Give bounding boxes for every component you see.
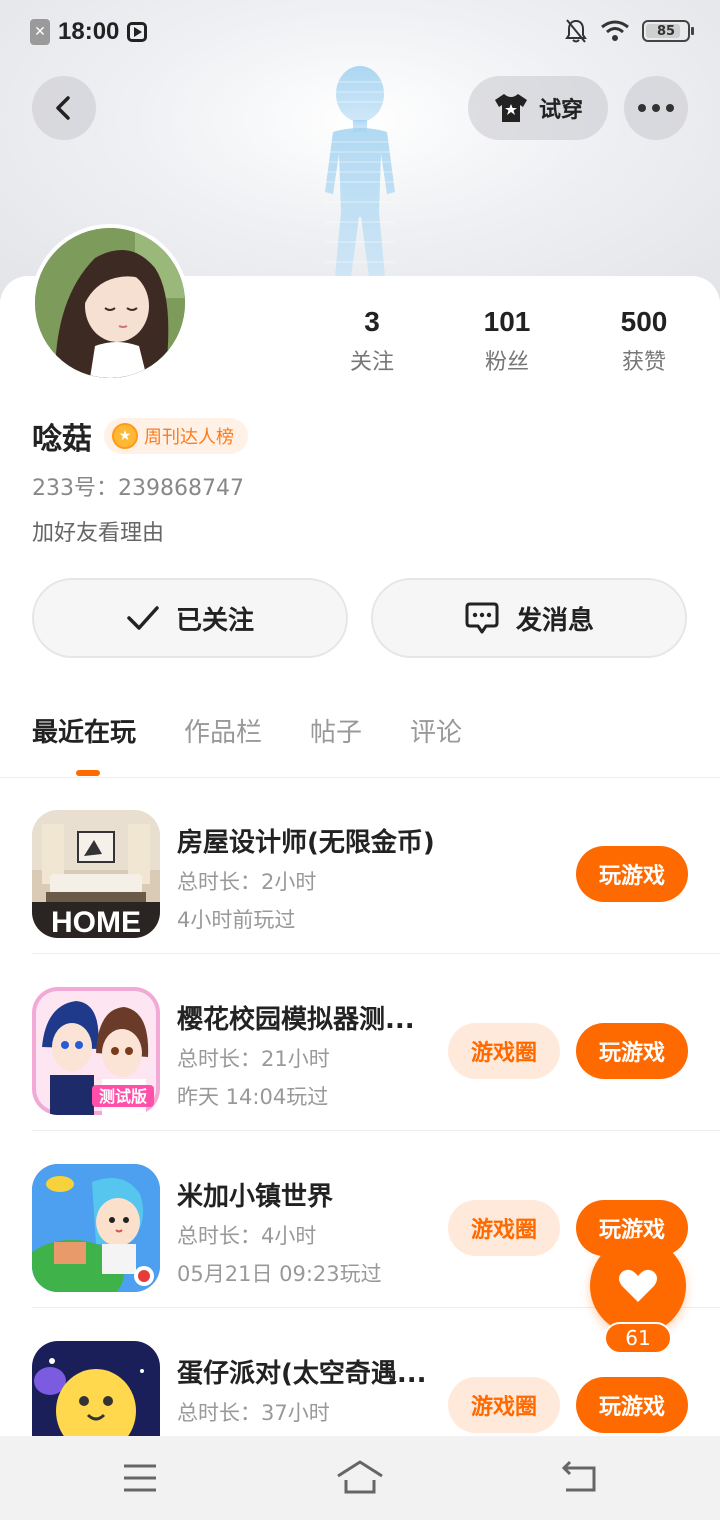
- avatar-image: [35, 228, 185, 378]
- game-last-played: 4小时前玩过: [177, 908, 296, 932]
- name-row: 唸菇 ★ 周刊达人榜: [32, 414, 248, 458]
- game-icon-eggy-party: [32, 1341, 160, 1436]
- list-divider: [32, 953, 720, 954]
- play-game-button[interactable]: 玩游戏: [576, 1023, 688, 1079]
- tshirt-icon: [494, 94, 527, 122]
- home-icon[interactable]: [336, 1458, 384, 1498]
- list-divider: [32, 1130, 720, 1131]
- notification-icon: ✕: [30, 19, 50, 45]
- game-duration: 总时长：2小时: [177, 870, 317, 894]
- tab-works[interactable]: 作品栏: [184, 712, 262, 749]
- menu-icon[interactable]: [120, 1458, 160, 1498]
- send-message-button[interactable]: 发消息: [371, 578, 687, 658]
- tryon-label: 试穿: [538, 98, 583, 123]
- game-title: 樱花校园模拟器测...: [177, 1005, 415, 1035]
- game-last-played: 昨天 14:04玩过: [177, 1085, 329, 1109]
- stat-label: 粉丝: [484, 350, 529, 375]
- chat-bubble-icon: [465, 602, 499, 634]
- following-label: 已关注: [175, 605, 254, 636]
- game-title: 米加小镇世界: [177, 1182, 334, 1212]
- game-duration: 总时长：37小时: [177, 1401, 330, 1425]
- game-icon-miga-town: [32, 1164, 160, 1292]
- avatar-3d-silhouette: [325, 66, 395, 277]
- play-game-button[interactable]: 玩游戏: [576, 846, 688, 902]
- stat-label: 关注: [349, 350, 394, 375]
- user-bio: 加好友看理由: [32, 521, 165, 546]
- back-button[interactable]: [32, 76, 96, 140]
- heart-icon: [619, 1269, 657, 1302]
- tab-posts[interactable]: 帖子: [310, 712, 362, 749]
- wifi-icon: [601, 20, 629, 41]
- stat-value: 101: [483, 306, 531, 337]
- game-circle-button[interactable]: 游戏圈: [448, 1023, 560, 1079]
- game-list-item[interactable]: HOME 房屋设计师(无限金币) 总时长：2小时 4小时前玩过 玩游戏: [32, 778, 720, 954]
- status-bar: ✕ 18:00 85: [0, 0, 720, 64]
- tab-recently-played[interactable]: 最近在玩: [32, 712, 136, 749]
- game-duration: 总时长：21小时: [177, 1047, 330, 1071]
- stat-label: 获赞: [621, 350, 666, 375]
- back-nav-icon[interactable]: [560, 1458, 600, 1498]
- game-circle-button[interactable]: 游戏圈: [448, 1200, 560, 1256]
- more-options-button[interactable]: [624, 76, 688, 140]
- svg-text:HOME: HOME: [51, 906, 141, 938]
- following-button[interactable]: 已关注: [32, 578, 348, 658]
- username: 唸菇: [32, 422, 92, 457]
- stat-followers[interactable]: 101 粉丝: [447, 306, 567, 376]
- stat-likes[interactable]: 500 获赞: [584, 306, 704, 376]
- stat-value: 3: [364, 306, 380, 337]
- checkmark-icon: [127, 606, 159, 630]
- like-count: 61: [604, 1322, 672, 1354]
- svg-text:测试版: 测试版: [99, 1087, 147, 1106]
- more-dots-icon: [638, 104, 674, 112]
- active-tab-indicator: [76, 770, 100, 776]
- game-last-played: 05月21日 09:23玩过: [177, 1262, 382, 1286]
- battery-level: 85: [656, 23, 676, 39]
- chevron-left-icon: [56, 96, 70, 120]
- screen-record-icon: [127, 22, 148, 42]
- status-time: 18:00: [58, 18, 120, 45]
- stat-following[interactable]: 3 关注: [312, 306, 432, 376]
- game-icon-house-designer: HOME: [32, 810, 160, 938]
- profile-tabs: 最近在玩 作品栏 帖子 评论: [32, 712, 462, 749]
- tryon-button[interactable]: 试穿: [468, 76, 608, 140]
- game-list-item[interactable]: 测试版 樱花校园模拟器测... 总时长：21小时 昨天 14:04玩过 游戏圈 …: [32, 955, 720, 1131]
- weekly-ranking-badge[interactable]: ★ 周刊达人榜: [104, 418, 248, 454]
- game-title: 房屋设计师(无限金币): [177, 828, 435, 858]
- game-duration: 总时长：4小时: [177, 1224, 317, 1248]
- tab-comments[interactable]: 评论: [410, 712, 462, 749]
- user-id: 233号：239868747: [32, 476, 244, 501]
- game-icon-sakura-school: 测试版: [32, 987, 160, 1115]
- badge-label: 周刊达人榜: [144, 427, 234, 448]
- stat-value: 500: [620, 306, 668, 337]
- star-icon: ★: [112, 423, 138, 449]
- user-avatar[interactable]: [31, 224, 189, 382]
- battery-icon: 85: [642, 20, 694, 42]
- play-game-button[interactable]: 玩游戏: [576, 1377, 688, 1433]
- game-circle-button[interactable]: 游戏圈: [448, 1377, 560, 1433]
- send-message-label: 发消息: [515, 605, 594, 636]
- game-title: 蛋仔派对(太空奇遇...: [177, 1359, 427, 1389]
- mute-bell-icon: [565, 19, 587, 43]
- like-button[interactable]: [590, 1238, 686, 1334]
- system-navigation-bar: [0, 1436, 720, 1520]
